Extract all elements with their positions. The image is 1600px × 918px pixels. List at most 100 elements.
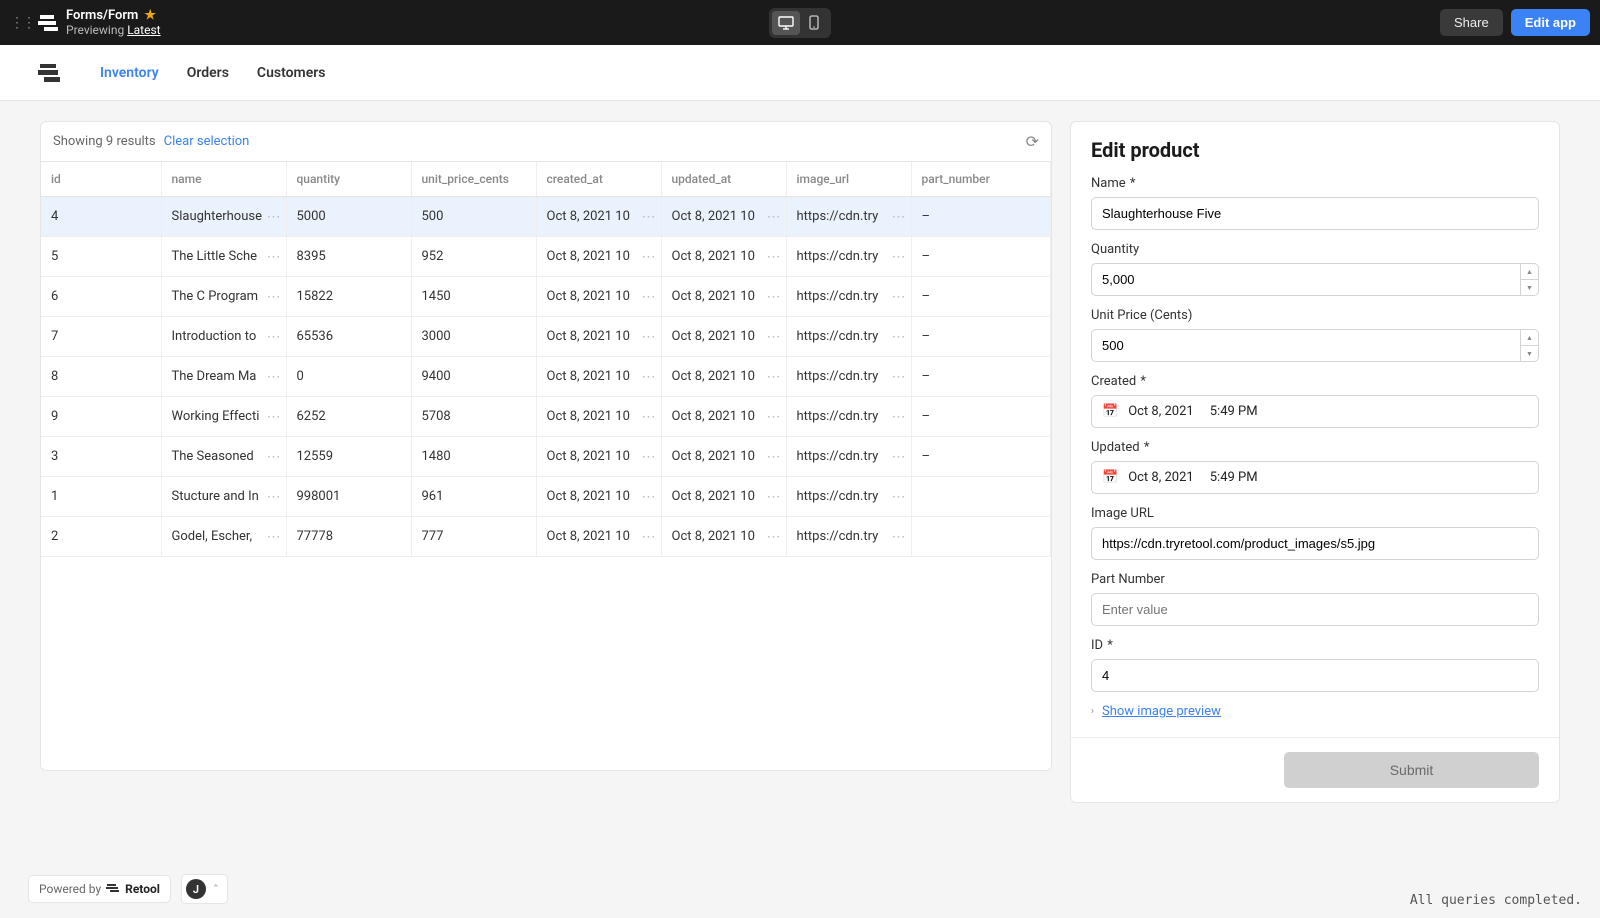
cell-updated_at[interactable]: Oct 8, 2021 10⋯ xyxy=(661,357,786,397)
ellipsis-icon[interactable]: ⋯ xyxy=(267,369,280,385)
col-header-id[interactable]: id xyxy=(41,162,161,197)
ellipsis-icon[interactable]: ⋯ xyxy=(892,289,905,305)
updated-datetime-field[interactable]: 📅 Oct 8, 2021 5:49 PM xyxy=(1091,461,1539,494)
ellipsis-icon[interactable]: ⋯ xyxy=(892,449,905,465)
cell-image_url[interactable]: https://cdn.try⋯ xyxy=(786,317,911,357)
cell-id[interactable]: 4 xyxy=(41,197,161,237)
cell-quantity[interactable]: 6252 xyxy=(286,397,411,437)
table-row[interactable]: 6The C Program⋯158221450Oct 8, 2021 10⋯O… xyxy=(41,277,1051,317)
col-header-updated[interactable]: updated_at xyxy=(661,162,786,197)
ellipsis-icon[interactable]: ⋯ xyxy=(267,449,280,465)
cell-updated_at[interactable]: Oct 8, 2021 10⋯ xyxy=(661,437,786,477)
ellipsis-icon[interactable]: ⋯ xyxy=(267,329,280,345)
cell-name[interactable]: Introduction to⋯ xyxy=(161,317,286,357)
ellipsis-icon[interactable]: ⋯ xyxy=(767,529,780,545)
cell-created_at[interactable]: Oct 8, 2021 10⋯ xyxy=(536,277,661,317)
cell-image_url[interactable]: https://cdn.try⋯ xyxy=(786,477,911,517)
name-field[interactable] xyxy=(1091,197,1539,230)
cell-unit_price_cents[interactable]: 961 xyxy=(411,477,536,517)
brand-logo-icon[interactable] xyxy=(40,64,60,82)
ellipsis-icon[interactable]: ⋯ xyxy=(767,209,780,225)
ellipsis-icon[interactable]: ⋯ xyxy=(642,449,655,465)
quantity-up-icon[interactable]: ▲ xyxy=(1521,264,1538,280)
desktop-device-button[interactable] xyxy=(772,11,800,35)
image-url-field[interactable] xyxy=(1091,527,1539,560)
cell-part_number[interactable] xyxy=(911,517,1051,557)
cell-quantity[interactable]: 12559 xyxy=(286,437,411,477)
cell-created_at[interactable]: Oct 8, 2021 10⋯ xyxy=(536,517,661,557)
refresh-icon[interactable]: ⟳ xyxy=(1026,132,1039,151)
user-menu[interactable]: J ⌃ xyxy=(181,874,229,904)
cell-quantity[interactable]: 5000 xyxy=(286,197,411,237)
cell-quantity[interactable]: 8395 xyxy=(286,237,411,277)
breadcrumb-path[interactable]: Forms/Form xyxy=(66,8,138,24)
cell-unit_price_cents[interactable]: 1450 xyxy=(411,277,536,317)
ellipsis-icon[interactable]: ⋯ xyxy=(767,409,780,425)
table-row[interactable]: 5The Little Sche⋯8395952Oct 8, 2021 10⋯O… xyxy=(41,237,1051,277)
nav-tab-orders[interactable]: Orders xyxy=(187,65,229,81)
cell-created_at[interactable]: Oct 8, 2021 10⋯ xyxy=(536,237,661,277)
share-button[interactable]: Share xyxy=(1440,9,1503,36)
table-row[interactable]: 9Working Effecti⋯62525708Oct 8, 2021 10⋯… xyxy=(41,397,1051,437)
ellipsis-icon[interactable]: ⋯ xyxy=(767,289,780,305)
cell-image_url[interactable]: https://cdn.try⋯ xyxy=(786,277,911,317)
cell-quantity[interactable]: 0 xyxy=(286,357,411,397)
app-logo-icon[interactable] xyxy=(40,15,58,31)
col-header-image[interactable]: image_url xyxy=(786,162,911,197)
ellipsis-icon[interactable]: ⋯ xyxy=(892,249,905,265)
cell-updated_at[interactable]: Oct 8, 2021 10⋯ xyxy=(661,277,786,317)
cell-part_number[interactable]: – xyxy=(911,357,1051,397)
cell-id[interactable]: 8 xyxy=(41,357,161,397)
unit-price-stepper[interactable]: ▲▼ xyxy=(1091,329,1539,362)
col-header-name[interactable]: name xyxy=(161,162,286,197)
powered-by-badge[interactable]: Powered by Retool xyxy=(28,875,171,903)
cell-name[interactable]: Stucture and In⋯ xyxy=(161,477,286,517)
cell-unit_price_cents[interactable]: 777 xyxy=(411,517,536,557)
ellipsis-icon[interactable]: ⋯ xyxy=(642,369,655,385)
cell-created_at[interactable]: Oct 8, 2021 10⋯ xyxy=(536,477,661,517)
part-number-field[interactable] xyxy=(1091,593,1539,626)
edit-app-button[interactable]: Edit app xyxy=(1511,9,1590,36)
ellipsis-icon[interactable]: ⋯ xyxy=(892,209,905,225)
cell-unit_price_cents[interactable]: 1480 xyxy=(411,437,536,477)
cell-created_at[interactable]: Oct 8, 2021 10⋯ xyxy=(536,357,661,397)
cell-id[interactable]: 3 xyxy=(41,437,161,477)
cell-updated_at[interactable]: Oct 8, 2021 10⋯ xyxy=(661,197,786,237)
cell-quantity[interactable]: 998001 xyxy=(286,477,411,517)
cell-updated_at[interactable]: Oct 8, 2021 10⋯ xyxy=(661,517,786,557)
cell-updated_at[interactable]: Oct 8, 2021 10⋯ xyxy=(661,477,786,517)
cell-updated_at[interactable]: Oct 8, 2021 10⋯ xyxy=(661,317,786,357)
cell-id[interactable]: 2 xyxy=(41,517,161,557)
cell-image_url[interactable]: https://cdn.try⋯ xyxy=(786,437,911,477)
cell-id[interactable]: 1 xyxy=(41,477,161,517)
ellipsis-icon[interactable]: ⋯ xyxy=(892,409,905,425)
cell-part_number[interactable] xyxy=(911,477,1051,517)
ellipsis-icon[interactable]: ⋯ xyxy=(892,369,905,385)
ellipsis-icon[interactable]: ⋯ xyxy=(267,529,280,545)
price-up-icon[interactable]: ▲ xyxy=(1521,330,1538,346)
cell-created_at[interactable]: Oct 8, 2021 10⋯ xyxy=(536,397,661,437)
table-row[interactable]: 1Stucture and In⋯998001961Oct 8, 2021 10… xyxy=(41,477,1051,517)
mobile-device-button[interactable] xyxy=(800,11,828,35)
cell-created_at[interactable]: Oct 8, 2021 10⋯ xyxy=(536,437,661,477)
cell-image_url[interactable]: https://cdn.try⋯ xyxy=(786,237,911,277)
star-icon[interactable]: ★ xyxy=(144,8,156,24)
cell-id[interactable]: 7 xyxy=(41,317,161,357)
ellipsis-icon[interactable]: ⋯ xyxy=(267,249,280,265)
ellipsis-icon[interactable]: ⋯ xyxy=(892,529,905,545)
image-preview-link[interactable]: Show image preview xyxy=(1102,704,1221,719)
table-row[interactable]: 3The Seasoned⋯125591480Oct 8, 2021 10⋯Oc… xyxy=(41,437,1051,477)
drag-handle-icon[interactable]: ⋮⋮ xyxy=(10,20,34,26)
cell-image_url[interactable]: https://cdn.try⋯ xyxy=(786,397,911,437)
preview-version-link[interactable]: Latest xyxy=(127,23,160,37)
submit-button[interactable]: Submit xyxy=(1284,752,1539,788)
ellipsis-icon[interactable]: ⋯ xyxy=(767,449,780,465)
ellipsis-icon[interactable]: ⋯ xyxy=(892,489,905,505)
col-header-quantity[interactable]: quantity xyxy=(286,162,411,197)
cell-name[interactable]: Slaughterhouse⋯ xyxy=(161,197,286,237)
cell-name[interactable]: The Seasoned⋯ xyxy=(161,437,286,477)
quantity-stepper[interactable]: ▲▼ xyxy=(1091,263,1539,296)
cell-created_at[interactable]: Oct 8, 2021 10⋯ xyxy=(536,317,661,357)
cell-id[interactable]: 6 xyxy=(41,277,161,317)
ellipsis-icon[interactable]: ⋯ xyxy=(267,409,280,425)
